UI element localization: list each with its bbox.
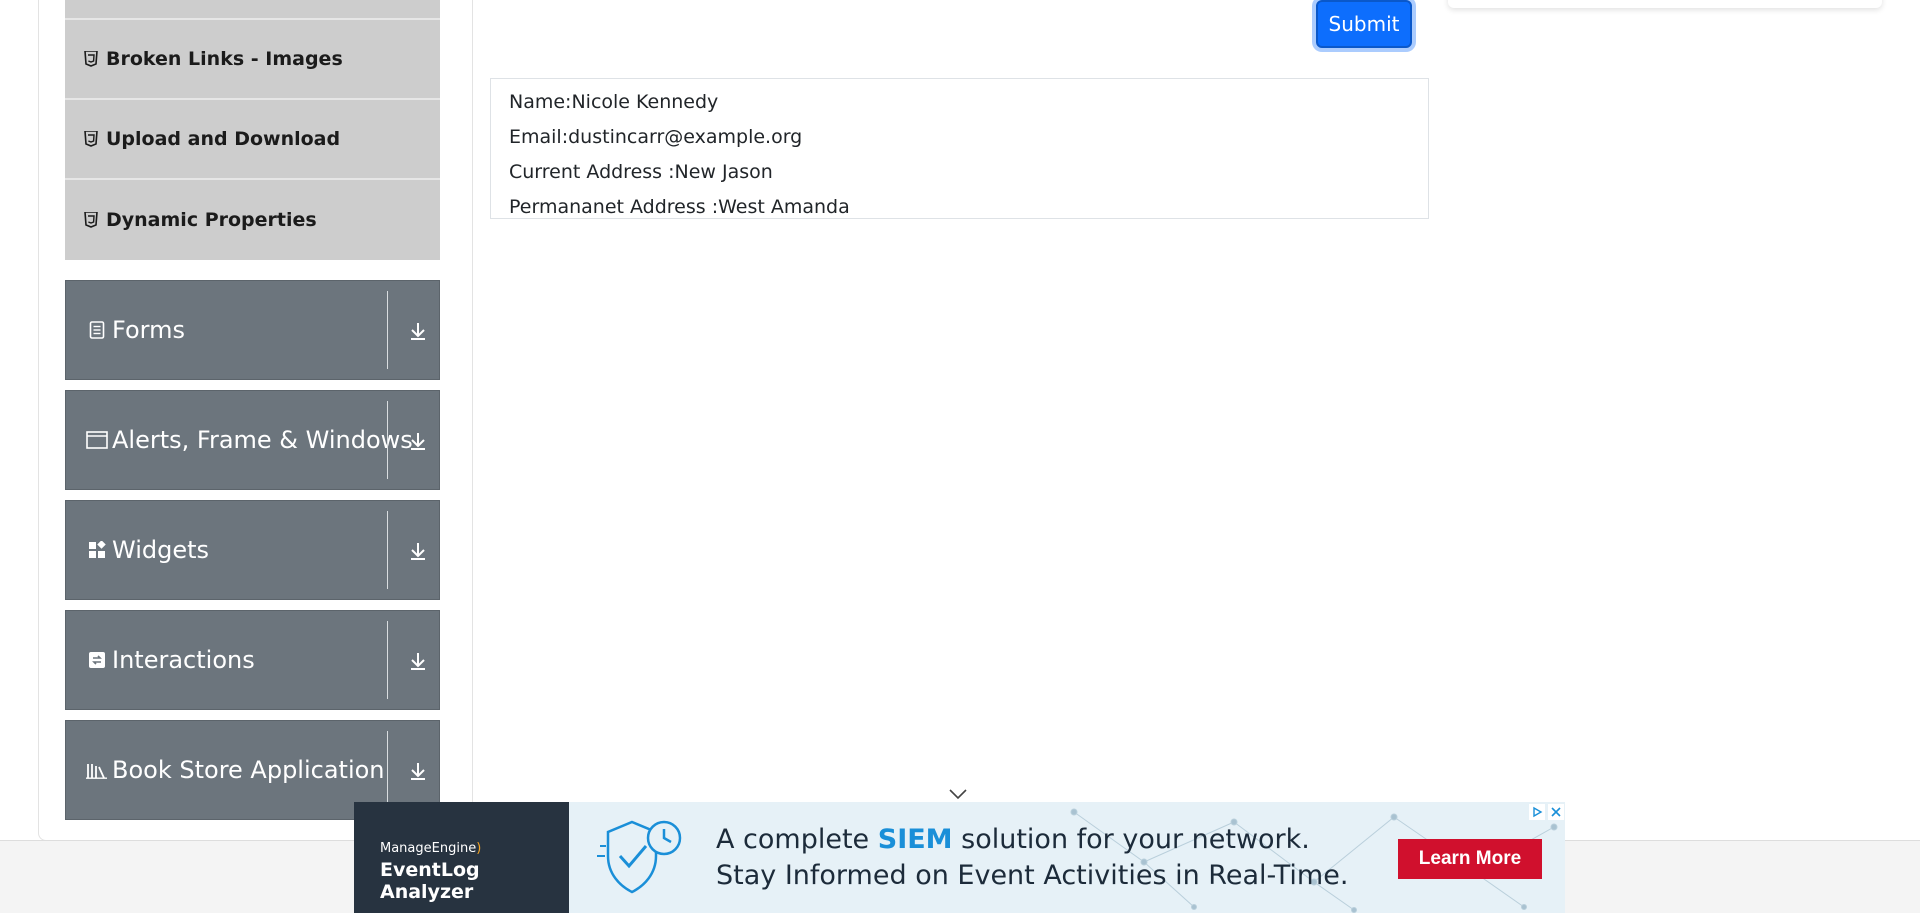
ad-choices-icon[interactable]	[1529, 804, 1545, 820]
bookstore-icon	[86, 761, 108, 779]
output-current-address: Current Address :New Jason	[509, 161, 773, 183]
sidebar-group-interactions[interactable]: Interactions	[65, 610, 440, 710]
close-icon[interactable]	[1548, 804, 1564, 820]
sidebar-group-widgets[interactable]: Widgets	[65, 500, 440, 600]
download-arrow-icon[interactable]	[406, 539, 430, 563]
divider	[387, 401, 388, 479]
download-arrow-icon[interactable]	[406, 429, 430, 453]
interactions-icon	[86, 651, 108, 669]
widgets-icon	[86, 541, 108, 559]
window-icon	[86, 431, 108, 449]
chevron-down-icon[interactable]	[948, 786, 968, 800]
ad-brand-name: ManageEngine)	[380, 841, 482, 856]
group-label: Book Store Application	[112, 756, 385, 784]
divider	[387, 291, 388, 369]
submenu-label: Broken Links - Images	[106, 48, 343, 70]
sidebar-group-forms[interactable]: Forms	[65, 280, 440, 380]
download-arrow-icon[interactable]	[406, 319, 430, 343]
submenu-label: Dynamic Properties	[106, 209, 317, 231]
output-email: Email:dustincarr@example.org	[509, 126, 803, 148]
download-arrow-icon[interactable]	[406, 759, 430, 783]
output-permanent-address: Permananet Address :West Amanda	[509, 196, 850, 218]
html5-icon	[82, 212, 100, 228]
output-name: Name:Nicole Kennedy	[509, 91, 719, 113]
download-arrow-icon[interactable]	[406, 649, 430, 673]
output-panel: Name:Nicole Kennedy Email:dustincarr@exa…	[490, 78, 1429, 219]
html5-icon	[82, 51, 100, 67]
divider	[387, 511, 388, 589]
ad-brand-panel: ManageEngine) EventLog Analyzer	[354, 802, 569, 913]
submenu-item-dynamic-properties[interactable]: Dynamic Properties	[65, 180, 440, 260]
group-label: Forms	[112, 316, 185, 344]
ad-product-name: EventLog Analyzer	[380, 859, 480, 903]
html5-icon	[82, 131, 100, 147]
submenu-item-previous[interactable]	[65, 0, 440, 20]
submenu-label: Upload and Download	[106, 128, 341, 150]
ad-headline: A complete SIEM solution for your networ…	[716, 824, 1310, 855]
group-label: Interactions	[112, 646, 255, 674]
divider	[387, 621, 388, 699]
overlay-card-remnant	[1448, 0, 1882, 8]
group-label: Alerts, Frame & Windows	[112, 426, 413, 454]
learn-more-button[interactable]: Learn More	[1398, 839, 1542, 879]
form-icon	[86, 321, 108, 339]
page: Broken Links - Images Upload and Downloa…	[0, 0, 1920, 913]
sidebar-group-alerts-frame-windows[interactable]: Alerts, Frame & Windows	[65, 390, 440, 490]
divider	[387, 731, 388, 809]
submit-button[interactable]: Submit	[1316, 0, 1412, 48]
ad-banner[interactable]: ManageEngine) EventLog Analyzer A comple…	[354, 802, 1565, 913]
submenu-item-upload-download[interactable]: Upload and Download	[65, 100, 440, 180]
ad-subline: Stay Informed on Event Activities in Rea…	[716, 860, 1349, 891]
submenu-item-broken-links-images[interactable]: Broken Links - Images	[65, 20, 440, 100]
group-label: Widgets	[112, 536, 210, 564]
shield-clock-icon	[597, 820, 682, 894]
